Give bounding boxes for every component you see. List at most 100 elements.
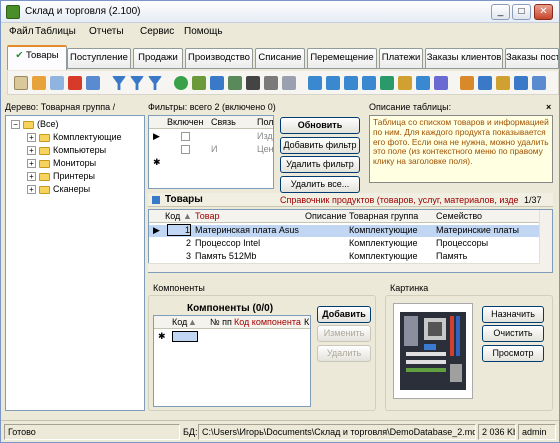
chart-icon[interactable] — [460, 76, 474, 90]
column-header[interactable]: Семейство — [436, 211, 482, 221]
tree-item[interactable]: Комплектующие — [53, 132, 122, 142]
sort-asc-icon: ▲ — [183, 211, 192, 221]
tree-collapse-toggle[interactable]: − — [11, 120, 20, 129]
delete-filter-button[interactable]: Удалить фильтр — [280, 156, 360, 173]
tab-payments[interactable]: Платежи — [379, 48, 423, 68]
table-row[interactable]: 2 Процессор Intel Комплектующие Процессо… — [149, 238, 539, 250]
menu-reports[interactable]: Отчеты — [89, 26, 124, 37]
column-header[interactable]: Код компонента — [234, 317, 301, 327]
nav-first-icon[interactable] — [308, 76, 322, 90]
close-description-icon[interactable]: × — [546, 102, 551, 112]
folder-icon — [39, 147, 50, 155]
table-row[interactable]: ▶ 1 Материнская плата Asus Комплектующие… — [149, 224, 539, 237]
export-icon[interactable] — [380, 76, 394, 90]
filter-enabled-checkbox[interactable] — [181, 132, 190, 141]
filter-enabled-checkbox[interactable] — [181, 145, 190, 154]
minimize-button[interactable]: _ — [491, 4, 510, 20]
close-button[interactable]: ✕ — [534, 4, 553, 20]
tab-supplier-orders[interactable]: Заказы поставщ — [505, 48, 559, 68]
tab-transfer[interactable]: Перемещение — [307, 48, 377, 68]
menu-file[interactable]: Файл — [9, 26, 34, 37]
filter-row[interactable]: ▶ Изд — [149, 131, 273, 143]
column-header[interactable]: Пол — [257, 117, 274, 127]
new-component-row[interactable]: ✱ — [154, 331, 310, 343]
grid-icon[interactable] — [532, 76, 546, 90]
components-title: Компоненты (0/0) — [187, 303, 274, 314]
tree-expand-toggle[interactable]: + — [27, 159, 36, 168]
assign-picture-button[interactable]: Назначить — [482, 306, 544, 323]
table-row[interactable]: 3 Память 512Mb Комплектующие Память — [149, 251, 539, 263]
column-header[interactable]: Связь — [211, 117, 236, 127]
menu-tables[interactable]: Таблицы — [35, 26, 76, 37]
tab-client-orders[interactable]: Заказы клиентов — [425, 48, 503, 68]
delete-icon[interactable] — [68, 76, 82, 90]
find-icon[interactable] — [246, 76, 260, 90]
group-icon[interactable] — [228, 76, 242, 90]
tab-sales[interactable]: Продажи — [133, 48, 183, 68]
table-icon[interactable] — [86, 76, 100, 90]
tab-products[interactable]: ✔ Товары — [7, 45, 67, 70]
edit-component-button[interactable]: Изменить — [317, 325, 371, 342]
maximize-button[interactable]: □ — [512, 4, 531, 20]
add-component-button[interactable]: Добавить — [317, 306, 371, 323]
settings-icon[interactable] — [434, 76, 448, 90]
sort-icon[interactable] — [192, 76, 206, 90]
tree-item[interactable]: Сканеры — [53, 184, 90, 194]
view-picture-button[interactable]: Просмотр — [482, 345, 544, 362]
filter-remove-icon[interactable] — [148, 76, 162, 90]
description-text: Таблица со списком товаров и информацией… — [369, 115, 553, 183]
nav-last-icon[interactable] — [362, 76, 376, 90]
preview-icon[interactable] — [282, 76, 296, 90]
filter-clear-icon[interactable] — [130, 76, 144, 90]
column-header[interactable]: Включен — [167, 117, 204, 127]
column-header[interactable]: Код — [165, 211, 180, 221]
edit-icon[interactable] — [32, 76, 46, 90]
column-header[interactable]: Товарная группа — [349, 211, 418, 221]
tree-expand-toggle[interactable]: + — [27, 133, 36, 142]
tab-production[interactable]: Производство — [185, 48, 253, 68]
refresh-icon[interactable] — [174, 76, 188, 90]
tree-item[interactable]: Мониторы — [53, 158, 96, 168]
add-filter-button[interactable]: Добавить фильтр — [280, 137, 360, 154]
import-icon[interactable] — [398, 76, 412, 90]
column-header[interactable]: Описание — [305, 211, 346, 221]
link-icon[interactable] — [416, 76, 430, 90]
menu-service[interactable]: Сервис — [140, 26, 174, 37]
print-icon[interactable] — [264, 76, 278, 90]
filter-add-icon[interactable] — [210, 76, 224, 90]
folder-icon[interactable] — [496, 76, 510, 90]
tree-expand-toggle[interactable]: + — [27, 172, 36, 181]
menu-help[interactable]: Помощь — [184, 26, 223, 37]
nav-next-icon[interactable] — [344, 76, 358, 90]
tree-root[interactable]: (Все) — [37, 119, 59, 129]
tree-header: Дерево: Товарная группа / — [5, 102, 116, 112]
tab-writeoff[interactable]: Списание — [255, 48, 305, 68]
refresh-button[interactable]: Обновить — [280, 117, 360, 134]
nav-prev-icon[interactable] — [326, 76, 340, 90]
components-tab[interactable]: Компоненты — [153, 283, 205, 293]
filter-icon[interactable] — [112, 76, 126, 90]
tree-item[interactable]: Принтеры — [53, 171, 95, 181]
column-header[interactable]: Код — [172, 317, 187, 327]
new-icon[interactable] — [14, 76, 28, 90]
column-header[interactable]: Товар — [195, 211, 220, 221]
picture-tab[interactable]: Картинка — [390, 283, 428, 293]
tree-expand-toggle[interactable]: + — [27, 185, 36, 194]
tree-item[interactable]: Компьютеры — [53, 145, 106, 155]
column-header[interactable]: К — [304, 317, 309, 327]
component-code-cell[interactable] — [172, 331, 198, 342]
tab-receipts[interactable]: Поступление — [67, 48, 131, 68]
delete-component-button[interactable]: Удалить — [317, 345, 371, 362]
filter-row[interactable]: И Цен — [149, 144, 274, 156]
report-icon[interactable] — [478, 76, 492, 90]
clear-picture-button[interactable]: Очистить — [482, 325, 544, 342]
delete-all-filters-button[interactable]: Удалить все... — [280, 176, 360, 193]
column-header[interactable]: № пп — [210, 317, 232, 327]
columns-icon[interactable] — [514, 76, 528, 90]
new-filter-row[interactable]: ✱ — [149, 157, 273, 169]
products-horizontal-scrollbar[interactable] — [148, 263, 540, 272]
products-vertical-scrollbar[interactable] — [539, 210, 552, 272]
new-row-icon: ✱ — [153, 157, 161, 167]
tree-expand-toggle[interactable]: + — [27, 146, 36, 155]
copy-icon[interactable] — [50, 76, 64, 90]
